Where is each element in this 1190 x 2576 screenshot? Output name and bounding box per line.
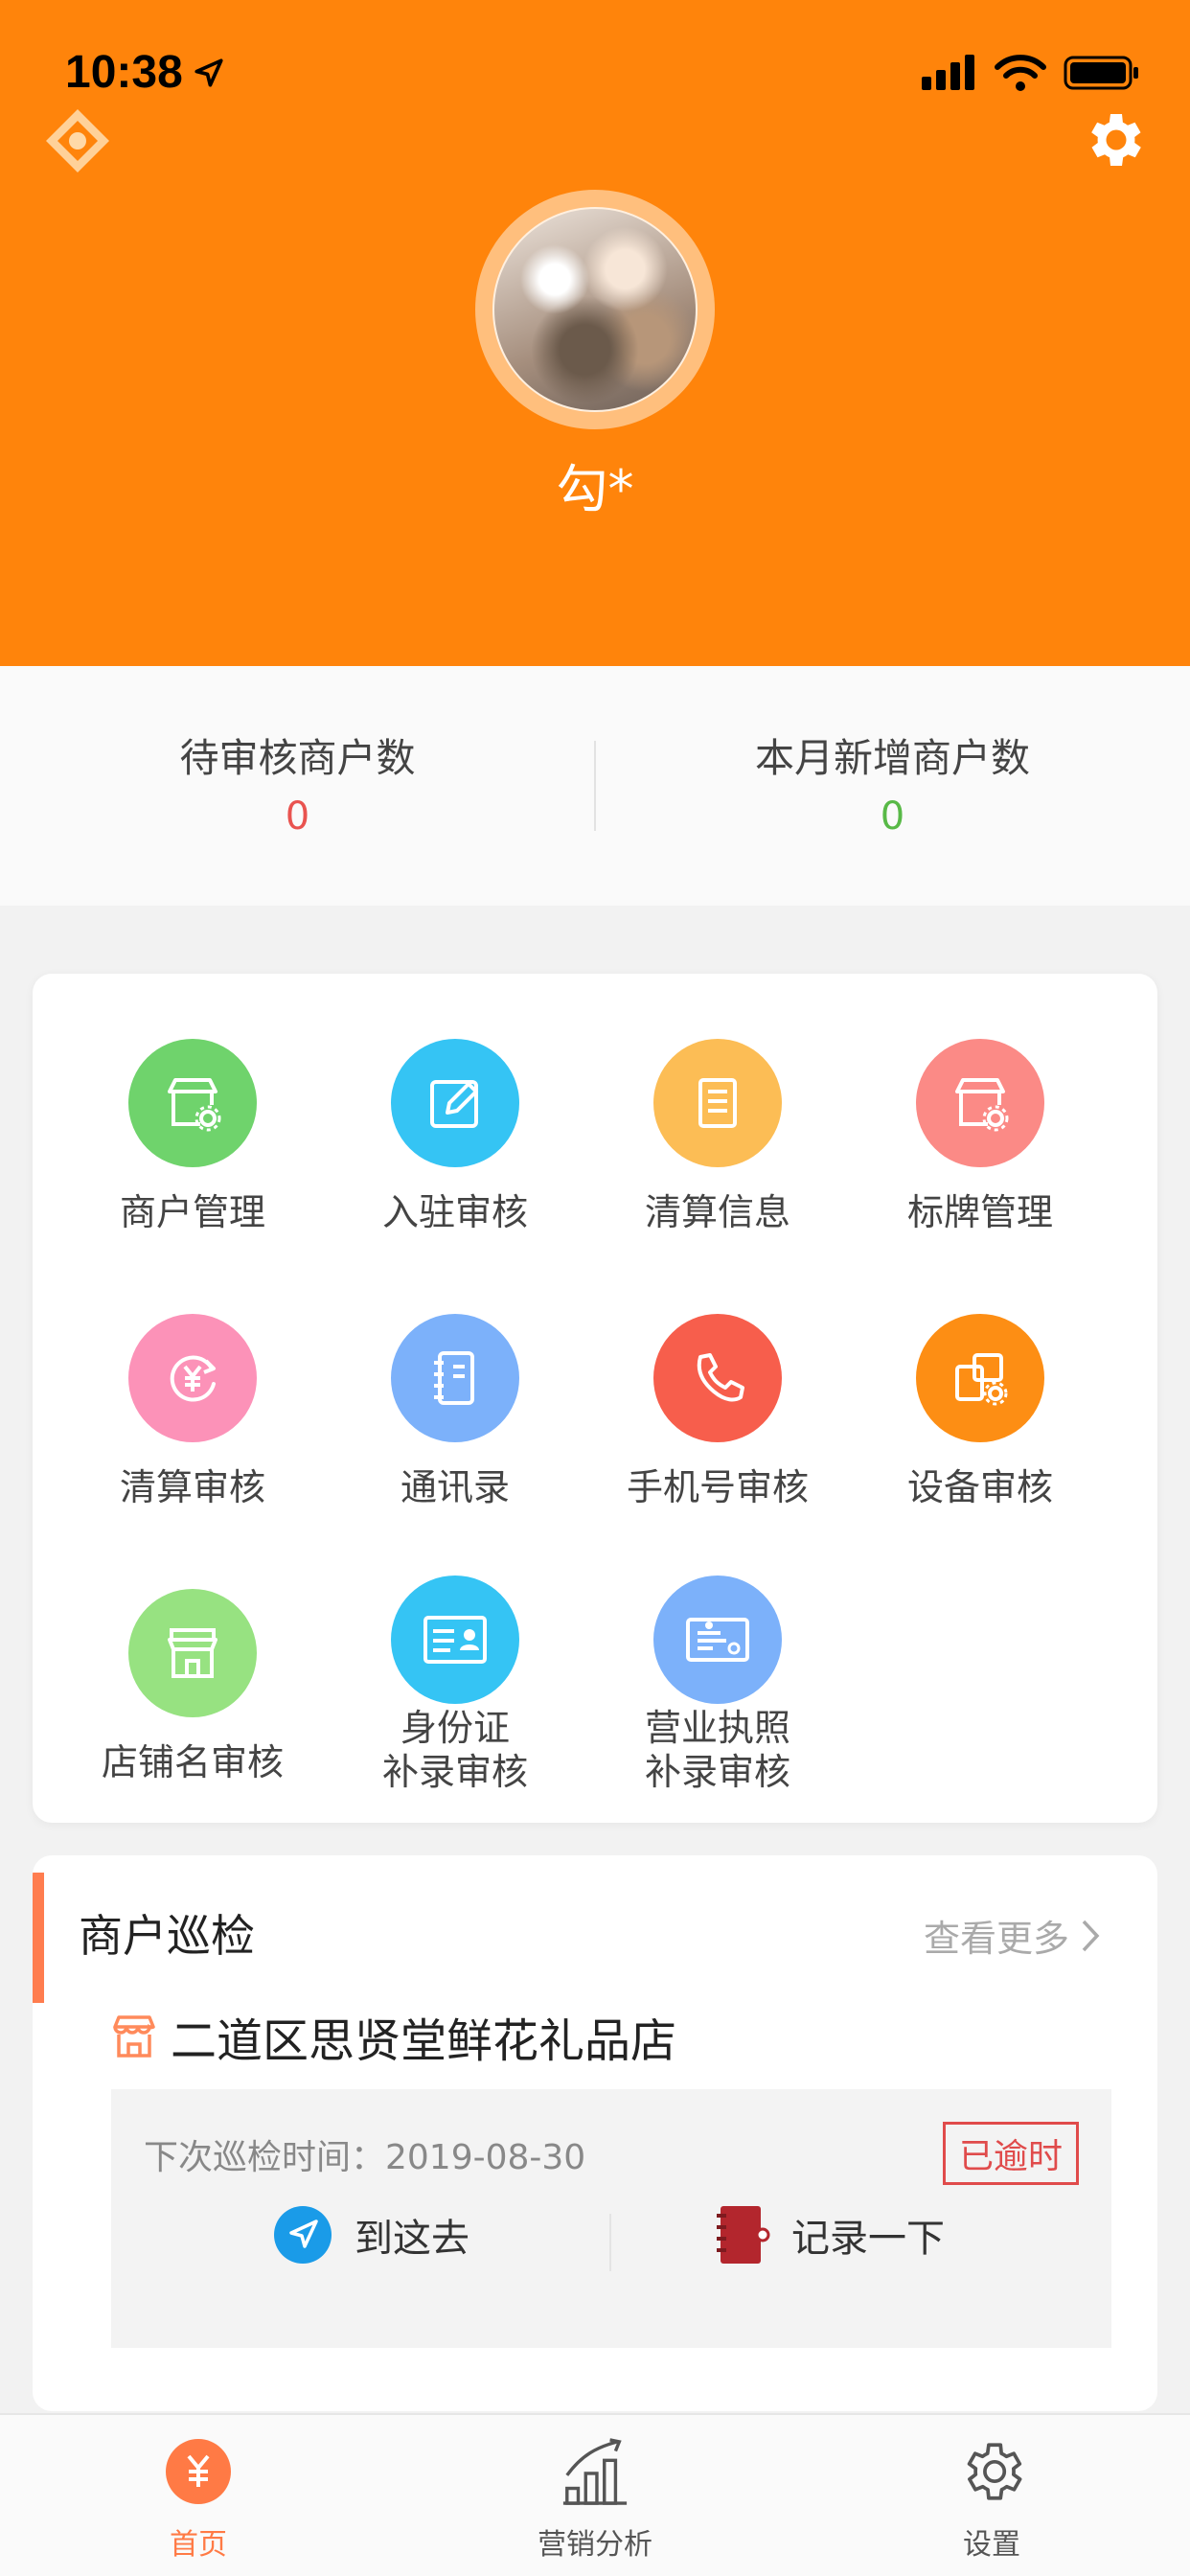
action-divider — [609, 2214, 611, 2271]
grid-label: 手机号审核 — [626, 1466, 809, 1508]
grid-item-device-review[interactable]: 设备审核 — [849, 1249, 1111, 1508]
phone-icon — [653, 1314, 782, 1442]
yuan-refresh-icon — [128, 1314, 257, 1442]
tab-settings-label: 设置 — [963, 2528, 1020, 2562]
next-inspection-time: 下次巡检时间：2019-08-30 — [144, 2138, 586, 2177]
grid-label: 设备审核 — [906, 1466, 1053, 1508]
device-gear-icon — [916, 1314, 1044, 1442]
status-time: 10:38 — [65, 46, 225, 99]
home-yen-icon — [163, 2436, 234, 2507]
signal-icon — [922, 55, 974, 90]
merchant-stats: 待审核商户数 0 本月新增商户数 0 — [0, 666, 1190, 906]
wifi-icon — [995, 55, 1046, 91]
grid-item-merchant-management[interactable]: 商户管理 — [61, 974, 324, 1233]
grid-label: 入驻审核 — [381, 1191, 528, 1233]
grid-item-business-license-review[interactable]: 营业执照 补录审核 — [586, 1524, 849, 1793]
view-more-link[interactable]: 查看更多 — [924, 1909, 1100, 1962]
chevron-right-icon — [1082, 1920, 1100, 1951]
username: 勾* — [556, 459, 634, 519]
grid-item-store-name-review[interactable]: 店铺名审核 — [61, 1524, 324, 1783]
tab-home-label: 首页 — [170, 2528, 227, 2562]
document-icon — [653, 1039, 782, 1167]
grid-label: 清算审核 — [119, 1466, 265, 1508]
stat-new-value: 0 — [880, 794, 905, 839]
avatar[interactable] — [492, 207, 698, 412]
edit-icon — [391, 1039, 519, 1167]
address-book-icon — [391, 1314, 519, 1442]
section-accent-bar — [33, 1873, 44, 2003]
inspection-store[interactable]: 二道区思贤堂鲜花礼品店 — [111, 2003, 676, 2070]
navigation-arrow-icon — [274, 2206, 332, 2264]
status-indicators — [922, 54, 1140, 92]
store-gear-icon — [128, 1039, 257, 1167]
settings-gear-icon[interactable] — [1079, 105, 1148, 174]
record-label: 记录一下 — [791, 2217, 945, 2261]
store-gear-icon — [916, 1039, 1044, 1167]
location-arrow-icon — [195, 58, 223, 87]
gear-icon — [956, 2436, 1027, 2507]
grid-label: 清算信息 — [644, 1191, 790, 1233]
store-icon — [113, 2015, 155, 2058]
bottom-tab-bar: 首页 营销分析 设置 — [0, 2413, 1190, 2576]
tab-home[interactable]: 首页 — [0, 2415, 397, 2576]
grid-label: 营业执照 补录审核 — [644, 1707, 790, 1793]
stat-new-this-month[interactable]: 本月新增商户数 0 — [595, 666, 1190, 906]
grid-item-settlement-review[interactable]: 清算审核 — [61, 1249, 324, 1508]
navigate-label: 到这去 — [355, 2217, 469, 2261]
grid-label: 商户管理 — [119, 1191, 265, 1233]
tab-marketing-analysis[interactable]: 营销分析 — [397, 2415, 793, 2576]
status-time-text: 10:38 — [65, 47, 183, 98]
notebook-icon — [717, 2206, 770, 2264]
store-name: 二道区思贤堂鲜花礼品店 — [171, 2014, 677, 2068]
battery-icon — [1064, 56, 1138, 90]
function-grid: 商户管理 入驻审核 清算信息 标牌管理 清算审核 通讯录 手机号审核 设备审核 … — [33, 974, 1157, 1823]
navigate-button[interactable]: 到这去 — [272, 2204, 469, 2266]
shopfront-icon — [128, 1589, 257, 1717]
bar-chart-icon — [560, 2436, 630, 2507]
stat-pending[interactable]: 待审核商户数 0 — [0, 666, 595, 906]
grid-label: 身份证 补录审核 — [381, 1707, 528, 1793]
grid-label: 标牌管理 — [906, 1191, 1053, 1233]
grid-item-settlement-info[interactable]: 清算信息 — [586, 974, 849, 1233]
grid-item-onboarding-review[interactable]: 入驻审核 — [324, 974, 586, 1233]
tab-marketing-label: 营销分析 — [538, 2528, 652, 2562]
record-button[interactable]: 记录一下 — [713, 2204, 945, 2266]
app-logo-icon — [46, 109, 109, 172]
id-card-icon — [391, 1576, 519, 1704]
grid-item-phone-review[interactable]: 手机号审核 — [586, 1249, 849, 1508]
view-more-label: 查看更多 — [923, 1918, 1069, 1960]
grid-label: 店铺名审核 — [101, 1741, 284, 1783]
grid-item-sign-management[interactable]: 标牌管理 — [849, 974, 1111, 1233]
grid-label: 通讯录 — [400, 1466, 510, 1508]
overdue-badge: 已逾时 — [942, 2122, 1079, 2185]
license-icon — [653, 1576, 782, 1704]
grid-item-address-book[interactable]: 通讯录 — [324, 1249, 586, 1508]
profile-header: 10:38 勾* — [0, 0, 1190, 666]
tab-settings[interactable]: 设置 — [793, 2415, 1190, 2576]
inspection-title: 商户巡检 — [79, 1910, 255, 1962]
merchant-inspection-card: 商户巡检 查看更多 二道区思贤堂鲜花礼品店 下次巡检时间：2019-08-30 … — [33, 1855, 1157, 2411]
grid-item-id-card-review[interactable]: 身份证 补录审核 — [324, 1524, 586, 1793]
stat-new-label: 本月新增商户数 — [755, 735, 1030, 781]
stat-pending-value: 0 — [285, 794, 310, 839]
inspection-detail: 下次巡检时间：2019-08-30 已逾时 到这去 记录一下 — [111, 2089, 1111, 2348]
stat-pending-label: 待审核商户数 — [179, 735, 416, 781]
